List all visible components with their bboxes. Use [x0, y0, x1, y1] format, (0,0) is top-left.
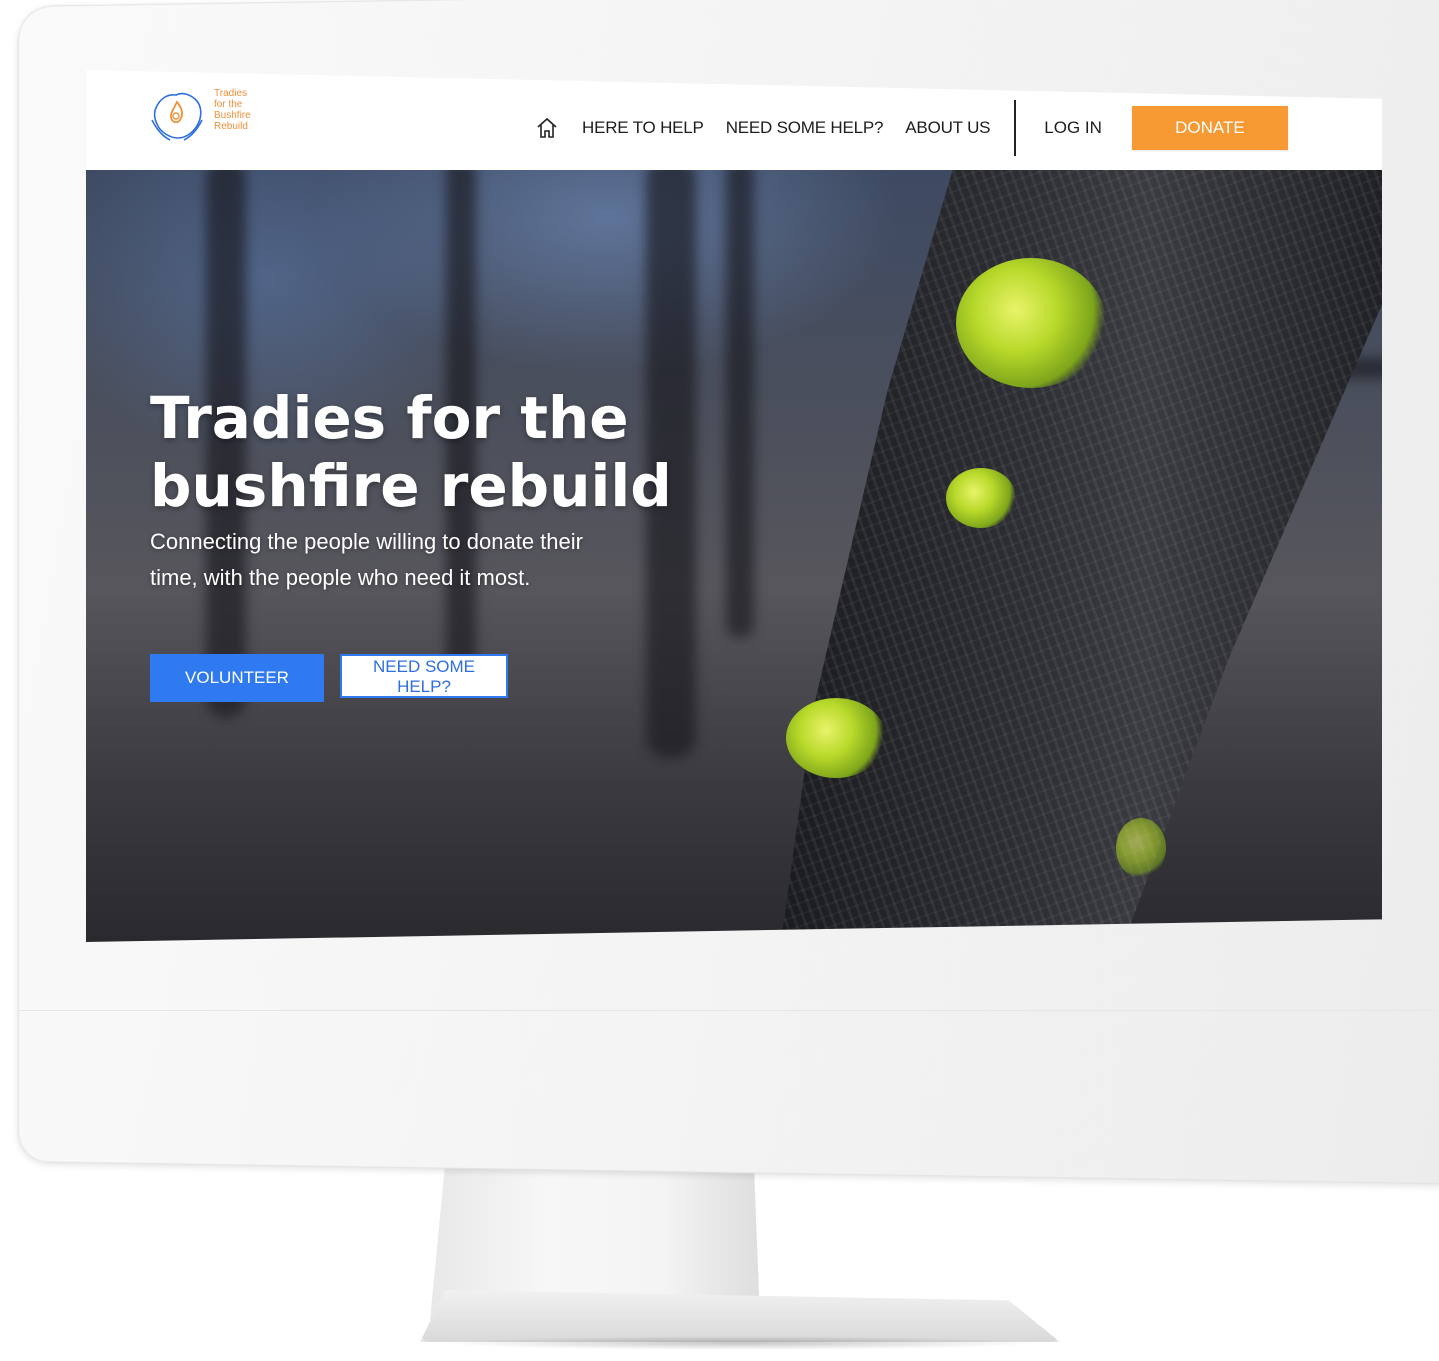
hero-title: Tradies for the bushfire rebuild — [150, 384, 750, 520]
login-link[interactable]: LOG IN — [1044, 118, 1102, 138]
need-help-button[interactable]: NEED SOME HELP? — [340, 654, 508, 698]
monitor-chin-line — [18, 1010, 1436, 1011]
monitor-stand-shadow — [440, 1336, 1040, 1350]
site-logo[interactable]: Tradies for the Bushfire Rebuild — [148, 84, 268, 146]
green-sprout — [956, 258, 1106, 388]
main-nav: HERE TO HELP NEED SOME HELP? ABOUT US LO… — [534, 100, 1288, 156]
green-sprout — [1116, 818, 1166, 878]
volunteer-button[interactable]: VOLUNTEER — [150, 654, 324, 702]
hero-subtitle-line: Connecting the people willing to donate … — [150, 529, 583, 554]
logo-text-line: Rebuild — [214, 121, 248, 132]
scene: Tradies for the bushfire rebuild Connect… — [0, 0, 1439, 1361]
green-sprout — [946, 468, 1016, 528]
nav-need-some-help[interactable]: NEED SOME HELP? — [726, 118, 884, 138]
logo-text-line: Tradies — [214, 88, 247, 99]
nav-about-us[interactable]: ABOUT US — [905, 118, 990, 138]
australia-hands-flame-icon — [151, 92, 203, 141]
monitor-stand-base — [420, 1290, 1060, 1342]
nav-home-link[interactable] — [534, 115, 560, 141]
home-icon — [537, 117, 557, 138]
green-sprout — [786, 698, 886, 778]
website-screen: Tradies for the bushfire rebuild Connect… — [86, 70, 1382, 942]
hero-section: Tradies for the bushfire rebuild Connect… — [86, 158, 1382, 942]
logo-text-line: Bushfire — [214, 110, 251, 121]
hero-subtitle: Connecting the people willing to donate … — [150, 524, 690, 596]
logo-text: Tradies for the Bushfire Rebuild — [214, 88, 274, 132]
donate-button[interactable]: DONATE — [1131, 106, 1288, 150]
hero-title-line: bushfire rebuild — [150, 452, 672, 520]
nav-here-to-help[interactable]: HERE TO HELP — [582, 118, 704, 138]
nav-divider — [1014, 100, 1017, 156]
hero-title-line: Tradies for the — [150, 384, 629, 452]
hero-subtitle-line: time, with the people who need it most. — [150, 565, 531, 590]
logo-text-line: for the — [214, 99, 243, 110]
